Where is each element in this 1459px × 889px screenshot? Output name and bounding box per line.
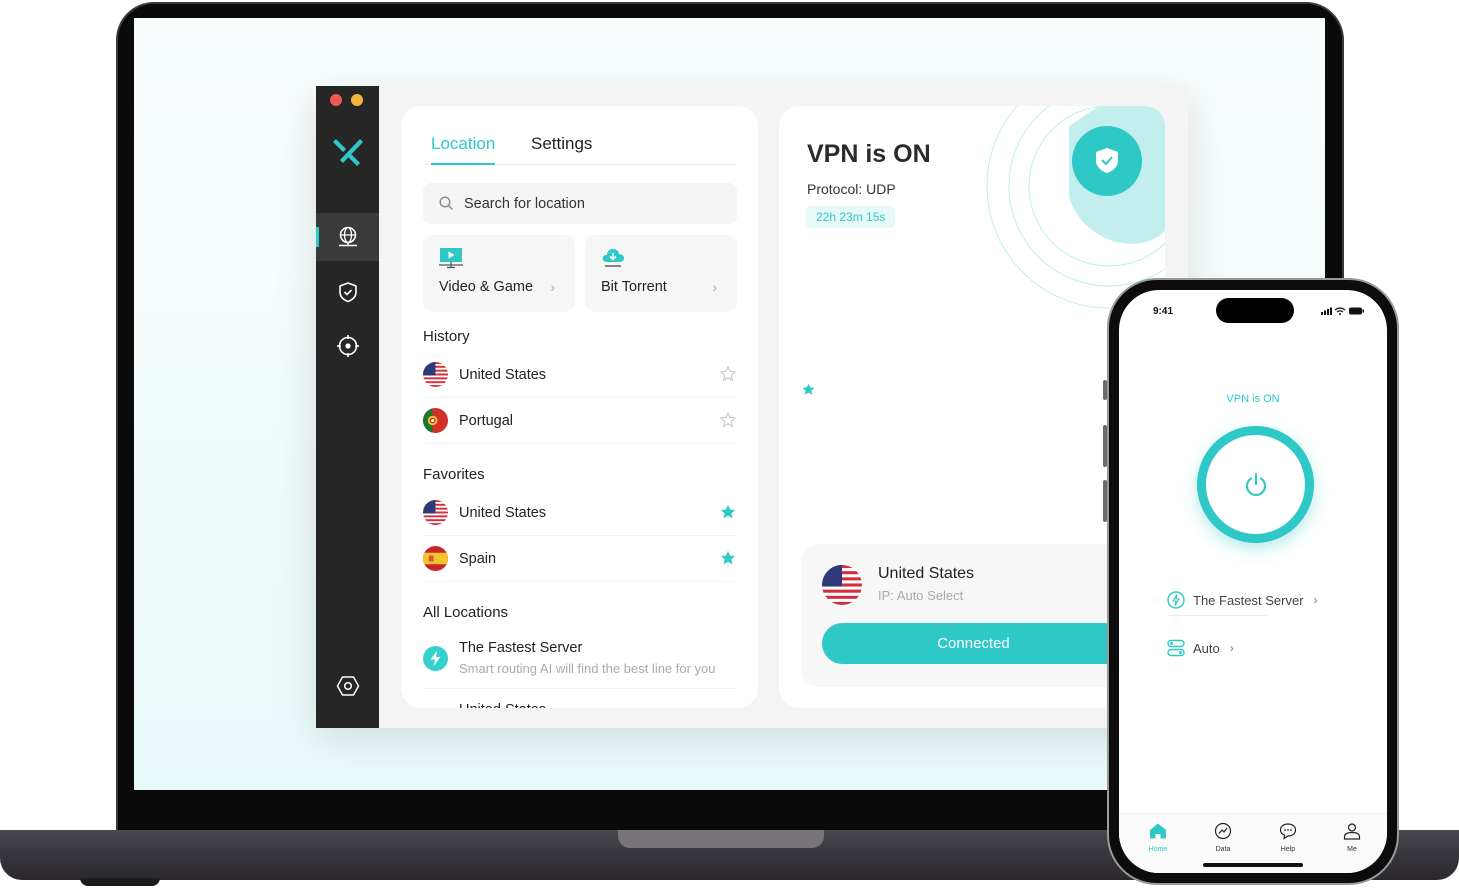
user-icon xyxy=(1343,823,1361,840)
phone-fastest-server-label: The Fastest Server xyxy=(1193,592,1304,608)
protocol-label: Protocol: UDP xyxy=(807,181,896,197)
video-game-tile[interactable]: Video & Game › xyxy=(423,235,575,312)
favorite-item[interactable]: Spain xyxy=(423,536,737,582)
portugal-flag-icon xyxy=(423,408,448,433)
fastest-server-subtitle: Smart routing AI will find the best line… xyxy=(459,661,716,676)
tab-data[interactable]: Data xyxy=(1203,822,1243,853)
shield-check-icon xyxy=(338,282,357,303)
tab-bar: Location Settings xyxy=(423,134,737,165)
desktop-app-window: Location Settings Search for location Vi… xyxy=(316,86,1188,728)
crosshair-icon xyxy=(336,335,359,357)
fastest-server-item[interactable]: The Fastest Server Smart routing AI will… xyxy=(423,636,737,689)
monitor-play-icon xyxy=(439,248,463,269)
us-flag-icon xyxy=(423,500,448,525)
home-indicator xyxy=(1203,863,1303,867)
home-icon xyxy=(1150,823,1166,839)
chevron-right-icon: › xyxy=(1313,593,1318,607)
video-game-label: Video & Game xyxy=(439,279,534,295)
phone-volume-down xyxy=(1103,480,1107,522)
bit-torrent-label: Bit Torrent xyxy=(601,279,667,295)
status-bar-icons xyxy=(1321,307,1364,315)
app-logo-icon xyxy=(333,139,363,166)
lightning-icon xyxy=(423,646,448,671)
tab-help[interactable]: Help xyxy=(1268,822,1308,853)
search-input[interactable]: Search for location xyxy=(423,183,737,224)
toggle-icon xyxy=(1167,639,1185,657)
connected-ip: IP: Auto Select xyxy=(878,588,964,603)
dynamic-island xyxy=(1216,298,1294,323)
tab-location[interactable]: Location xyxy=(431,134,496,165)
spain-flag-icon xyxy=(423,546,448,571)
connection-timer: 22h 23m 15s xyxy=(806,206,896,228)
favorites-heading: Favorites xyxy=(423,466,485,483)
vpn-status-title: VPN is ON xyxy=(807,140,931,168)
tab-settings[interactable]: Settings xyxy=(531,134,592,154)
history-heading: History xyxy=(423,328,470,345)
star-outline-icon[interactable] xyxy=(719,411,737,429)
sidebar-rail xyxy=(316,86,379,728)
sidebar-item-target[interactable] xyxy=(316,322,379,370)
phone-device: 9:41 VPN is ON The Fastest Server › Auto… xyxy=(1103,278,1399,885)
location-item-partial[interactable]: United States xyxy=(459,702,546,708)
country-name: Spain xyxy=(459,550,497,567)
history-item[interactable]: United States xyxy=(423,352,737,398)
sidebar-item-settings[interactable] xyxy=(316,662,379,710)
phone-auto-row[interactable]: Auto › xyxy=(1167,639,1234,657)
star-filled-icon[interactable] xyxy=(719,549,737,567)
phone-auto-label: Auto xyxy=(1193,640,1220,656)
tab-data-label: Data xyxy=(1215,846,1231,853)
star-filled-icon[interactable] xyxy=(719,503,737,521)
phone-fastest-server-row[interactable]: The Fastest Server › xyxy=(1167,591,1318,609)
tab-help-label: Help xyxy=(1280,846,1296,853)
device-mockup: Location Settings Search for location Vi… xyxy=(0,0,1459,889)
data-chart-icon xyxy=(1214,822,1232,840)
globe-icon xyxy=(338,226,357,247)
tab-home[interactable]: Home xyxy=(1138,822,1178,853)
phone-screen: 9:41 VPN is ON The Fastest Server › Auto… xyxy=(1119,290,1387,873)
cloud-download-icon xyxy=(602,249,624,267)
us-flag-icon xyxy=(423,362,448,387)
bit-torrent-tile[interactable]: Bit Torrent › xyxy=(585,235,737,312)
chevron-right-icon: › xyxy=(550,279,555,295)
chevron-right-icon: › xyxy=(1229,641,1234,655)
window-minimize-button[interactable] xyxy=(351,94,363,106)
phone-action-button xyxy=(1103,380,1107,400)
laptop-thumb-notch xyxy=(618,830,824,848)
fastest-server-title: The Fastest Server xyxy=(459,640,583,656)
star-outline-icon[interactable] xyxy=(719,365,737,383)
sidebar-item-locations[interactable] xyxy=(316,213,379,261)
all-locations-heading: All Locations xyxy=(423,604,509,621)
chat-bubble-icon xyxy=(1279,823,1297,840)
search-icon xyxy=(439,196,453,210)
connected-country: United States xyxy=(878,565,975,582)
favorite-item[interactable]: United States xyxy=(423,490,737,536)
laptop-foot xyxy=(80,878,160,886)
tab-home-label: Home xyxy=(1148,846,1168,853)
divider xyxy=(1167,615,1267,616)
sidebar-item-security[interactable] xyxy=(316,268,379,316)
power-button[interactable] xyxy=(1197,426,1314,543)
tab-me-label: Me xyxy=(1347,846,1357,853)
us-flag-icon xyxy=(822,565,862,605)
power-icon xyxy=(1245,472,1266,496)
phone-tab-bar: Home Data Help Me xyxy=(1119,813,1387,873)
lightning-icon xyxy=(1167,591,1185,609)
phone-volume-up xyxy=(1103,425,1107,467)
window-close-button[interactable] xyxy=(330,94,342,106)
star-filled-icon xyxy=(802,383,815,395)
country-name: United States xyxy=(459,504,547,521)
search-placeholder: Search for location xyxy=(464,195,585,212)
location-panel: Location Settings Search for location Vi… xyxy=(401,106,758,708)
tab-me[interactable]: Me xyxy=(1332,822,1372,853)
settings-hexagon-icon xyxy=(336,676,359,696)
country-name: Portugal xyxy=(459,412,514,429)
country-name: United States xyxy=(459,366,547,383)
phone-clock: 9:41 xyxy=(1153,306,1174,317)
phone-vpn-status: VPN is ON xyxy=(1226,393,1280,405)
history-item[interactable]: Portugal xyxy=(423,398,737,444)
chevron-right-icon: › xyxy=(712,279,717,295)
